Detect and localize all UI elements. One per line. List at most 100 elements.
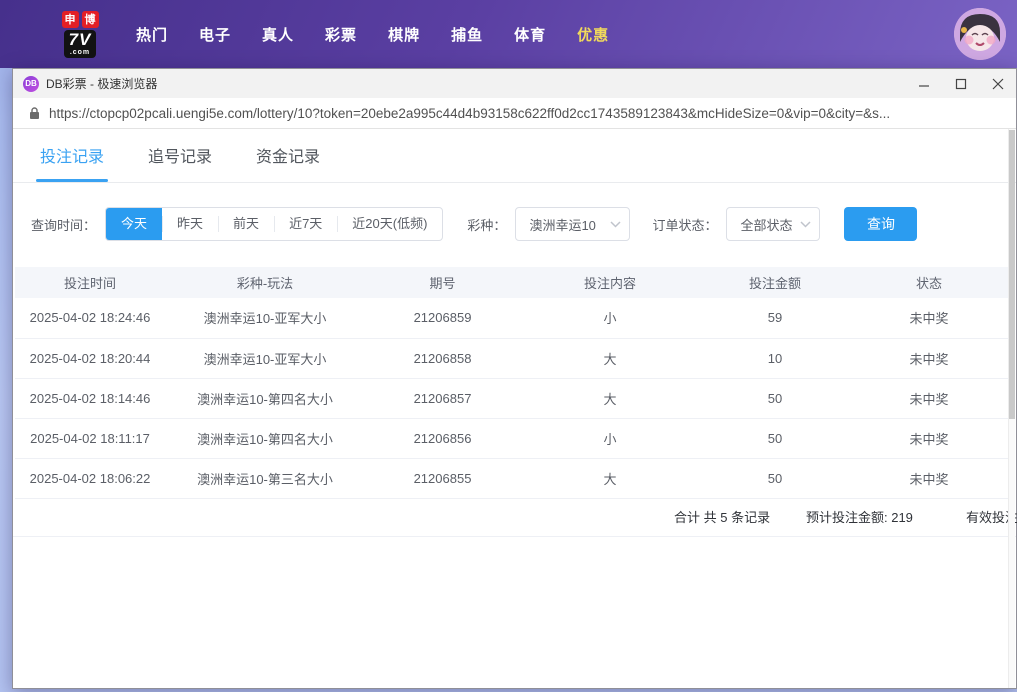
time-option-2[interactable]: 昨天 bbox=[162, 208, 218, 240]
scrollbar-thumb[interactable] bbox=[1009, 130, 1015, 419]
table-cell: 大 bbox=[520, 338, 700, 378]
window-controls bbox=[905, 69, 1016, 98]
table-cell: 2025-04-02 18:11:17 bbox=[15, 418, 165, 458]
browser-favicon-icon: DB bbox=[23, 76, 39, 92]
column-header: 投注时间 bbox=[15, 267, 165, 298]
table-cell: 未中奖 bbox=[850, 458, 1008, 498]
table-cell: 59 bbox=[700, 298, 850, 338]
table-cell: 21206857 bbox=[365, 378, 520, 418]
table-summary-row: 合计 共 5 条记录 预计投注金额: 219 有效投注 bbox=[13, 499, 1016, 537]
table-cell: 2025-04-02 18:06:22 bbox=[15, 458, 165, 498]
table-cell: 21206859 bbox=[365, 298, 520, 338]
nav-item-3[interactable]: 真人 bbox=[262, 24, 294, 45]
column-header: 期号 bbox=[365, 267, 520, 298]
table-cell: 未中奖 bbox=[850, 338, 1008, 378]
order-status-select[interactable]: 全部状态 bbox=[726, 207, 820, 241]
table-cell: 澳洲幸运10-第四名大小 bbox=[165, 418, 365, 458]
logo-box: 7V .com bbox=[64, 30, 97, 58]
site-navbar: 申 博 7V .com 热门 电子 真人 彩票 棋牌 捕鱼 体育 优惠 bbox=[0, 0, 1017, 68]
tab-3[interactable]: 资金记录 bbox=[256, 143, 320, 182]
column-header: 投注金额 bbox=[700, 267, 850, 298]
filter-bar: 查询时间： 今天昨天前天近7天近20天(低频) 彩种： 澳洲幸运10 订单状态：… bbox=[13, 207, 1016, 241]
lottery-select[interactable]: 澳洲幸运10 bbox=[515, 207, 630, 241]
table-cell: 21206856 bbox=[365, 418, 520, 458]
table-body: 2025-04-02 18:24:46澳洲幸运10-亚军大小21206859小5… bbox=[15, 298, 1008, 498]
status-filter-label: 订单状态： bbox=[652, 215, 717, 234]
close-icon bbox=[992, 78, 1004, 90]
table-cell: 澳洲幸运10-第四名大小 bbox=[165, 378, 365, 418]
tab-1[interactable]: 投注记录 bbox=[40, 143, 104, 182]
column-header: 状态 bbox=[850, 267, 1008, 298]
time-filter-label: 查询时间： bbox=[31, 215, 96, 234]
table-row: 2025-04-02 18:11:17澳洲幸运10-第四名大小21206856小… bbox=[15, 418, 1008, 458]
time-option-4[interactable]: 近7天 bbox=[274, 208, 337, 240]
nav-menu: 热门 电子 真人 彩票 棋牌 捕鱼 体育 优惠 bbox=[136, 24, 609, 45]
logo-domain: .com bbox=[69, 49, 92, 56]
maximize-icon bbox=[955, 78, 967, 90]
table-cell: 大 bbox=[520, 378, 700, 418]
page-scrollbar[interactable] bbox=[1008, 129, 1015, 688]
lottery-filter-label: 彩种： bbox=[467, 215, 506, 234]
table-cell: 50 bbox=[700, 458, 850, 498]
time-option-1[interactable]: 今天 bbox=[106, 207, 162, 241]
table-cell: 小 bbox=[520, 298, 700, 338]
record-tabs: 投注记录 追号记录 资金记录 bbox=[13, 129, 1016, 183]
tab-2[interactable]: 追号记录 bbox=[148, 143, 212, 182]
window-title: DB彩票 - 极速浏览器 bbox=[46, 75, 157, 92]
summary-expected-amount: 预计投注金额: 219 bbox=[806, 499, 913, 537]
table-cell: 小 bbox=[520, 418, 700, 458]
page-content: 投注记录 追号记录 资金记录 查询时间： 今天昨天前天近7天近20天(低频) 彩种：… bbox=[13, 129, 1016, 688]
close-button[interactable] bbox=[979, 69, 1016, 98]
address-bar[interactable]: https://ctopcp02pcali.uengi5e.com/lotter… bbox=[13, 98, 1016, 129]
table-cell: 未中奖 bbox=[850, 378, 1008, 418]
logo-badge-2: 博 bbox=[82, 11, 99, 28]
table-cell: 10 bbox=[700, 338, 850, 378]
table-cell: 澳洲幸运10-亚军大小 bbox=[165, 338, 365, 378]
logo-badge-1: 申 bbox=[62, 11, 79, 28]
table-row: 2025-04-02 18:20:44澳洲幸运10-亚军大小21206858大1… bbox=[15, 338, 1008, 378]
url-text: https://ctopcp02pcali.uengi5e.com/lotter… bbox=[49, 106, 890, 121]
logo-name: 7V bbox=[69, 31, 92, 48]
table-cell: 未中奖 bbox=[850, 298, 1008, 338]
browser-window: DB DB彩票 - 极速浏览器 https://ctopcp02pcali.ue… bbox=[12, 68, 1017, 689]
search-button[interactable]: 查询 bbox=[844, 207, 917, 241]
nav-item-8[interactable]: 优惠 bbox=[577, 24, 609, 45]
nav-item-1[interactable]: 热门 bbox=[136, 24, 168, 45]
user-avatar[interactable] bbox=[954, 8, 1006, 60]
chevron-down-icon bbox=[610, 221, 621, 228]
status-select-value: 全部状态 bbox=[740, 215, 792, 234]
table-cell: 大 bbox=[520, 458, 700, 498]
summary-total-count: 合计 共 5 条记录 bbox=[674, 499, 770, 537]
maximize-button[interactable] bbox=[942, 69, 979, 98]
window-titlebar: DB DB彩票 - 极速浏览器 bbox=[13, 69, 1016, 98]
table-cell: 未中奖 bbox=[850, 418, 1008, 458]
table-cell: 澳洲幸运10-第三名大小 bbox=[165, 458, 365, 498]
table-cell: 澳洲幸运10-亚军大小 bbox=[165, 298, 365, 338]
table-cell: 50 bbox=[700, 418, 850, 458]
lottery-select-value: 澳洲幸运10 bbox=[529, 215, 595, 234]
minimize-button[interactable] bbox=[905, 69, 942, 98]
nav-item-6[interactable]: 捕鱼 bbox=[451, 24, 483, 45]
minimize-icon bbox=[918, 78, 930, 90]
table-cell: 2025-04-02 18:20:44 bbox=[15, 338, 165, 378]
column-header: 投注内容 bbox=[520, 267, 700, 298]
column-header: 彩种-玩法 bbox=[165, 267, 365, 298]
bet-records-table: 投注时间彩种-玩法期号投注内容投注金额状态 2025-04-02 18:24:4… bbox=[15, 267, 1008, 499]
table-cell: 2025-04-02 18:24:46 bbox=[15, 298, 165, 338]
table-row: 2025-04-02 18:06:22澳洲幸运10-第三名大小21206855大… bbox=[15, 458, 1008, 498]
nav-item-7[interactable]: 体育 bbox=[514, 24, 546, 45]
table-header-row: 投注时间彩种-玩法期号投注内容投注金额状态 bbox=[15, 267, 1008, 298]
lock-icon bbox=[29, 106, 40, 120]
logo-badges: 申 博 bbox=[62, 11, 99, 28]
site-logo[interactable]: 申 博 7V .com bbox=[52, 11, 108, 58]
nav-item-4[interactable]: 彩票 bbox=[325, 24, 357, 45]
table-cell: 21206855 bbox=[365, 458, 520, 498]
nav-item-2[interactable]: 电子 bbox=[199, 24, 231, 45]
table-row: 2025-04-02 18:24:46澳洲幸运10-亚军大小21206859小5… bbox=[15, 298, 1008, 338]
chevron-down-icon bbox=[800, 221, 811, 228]
table-row: 2025-04-02 18:14:46澳洲幸运10-第四名大小21206857大… bbox=[15, 378, 1008, 418]
nav-item-5[interactable]: 棋牌 bbox=[388, 24, 420, 45]
time-option-5[interactable]: 近20天(低频) bbox=[337, 208, 442, 240]
table-cell: 50 bbox=[700, 378, 850, 418]
time-option-3[interactable]: 前天 bbox=[218, 208, 274, 240]
